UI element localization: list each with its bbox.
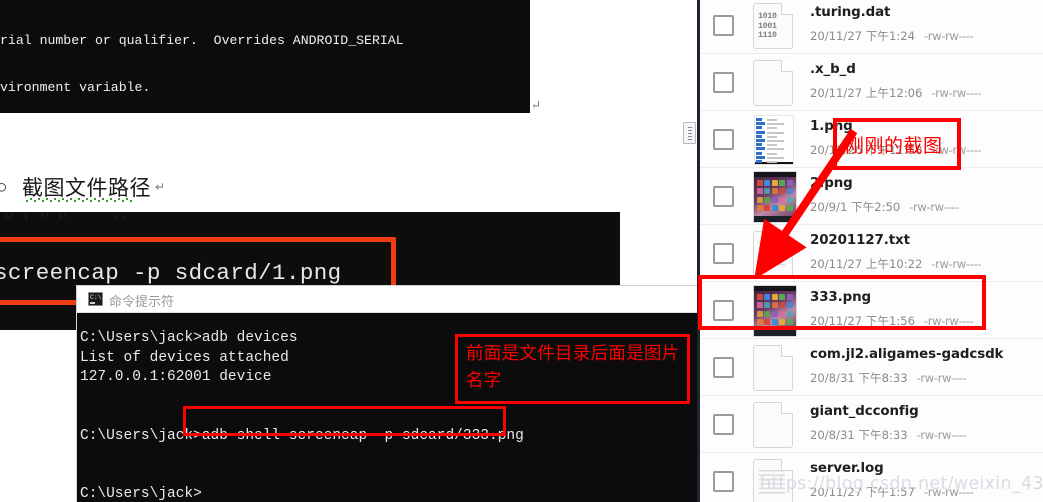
- file-meta: 20/11/27 下午1:24 -rw-rw----: [810, 28, 974, 44]
- file-date: 20/11/27 下午1:24: [810, 29, 915, 43]
- row-checkbox[interactable]: [713, 471, 734, 492]
- console-line: List of devices attached: [80, 349, 289, 366]
- file-permissions: -rw-rw----: [923, 29, 974, 43]
- window-title-bar[interactable]: 命令提示符: [77, 286, 697, 313]
- file-meta: 20/8/31 下午8:33 -rw-rw----: [810, 370, 967, 386]
- paragraph-mark-icon: ↵: [531, 98, 542, 112]
- help-line: vironment variable.: [0, 79, 151, 95]
- file-date: 20/8/31 下午8:33: [810, 371, 908, 385]
- paragraph-mark-icon: ↵: [155, 180, 166, 194]
- watermark: https://blog.csdn.net/weixin_43098806: [760, 474, 1043, 494]
- screencap-command-text: screencap -p sdcard/1.png: [0, 260, 342, 286]
- file-meta: 20/11/27 上午12:06 -rw-rw----: [810, 85, 981, 101]
- file-permissions: -rw-rw----: [916, 428, 967, 442]
- panel-resize-handle[interactable]: [683, 122, 696, 144]
- file-permissions: -rw-rw----: [909, 200, 959, 214]
- console-icon: [88, 292, 103, 306]
- file-date: 20/11/27 下午1:56: [810, 314, 915, 328]
- file-name: .x_b_d: [810, 62, 856, 77]
- list-item[interactable]: 333.png 20/11/27 下午1:56 -rw-rw----: [700, 282, 1043, 339]
- console-line: C:\Users\jack>adb devices: [80, 330, 298, 346]
- row-checkbox[interactable]: [713, 129, 734, 150]
- file-name: 333.png: [810, 290, 872, 305]
- console-line: 127.0.0.1:62001 device: [80, 369, 272, 385]
- file-date: 20/11/27 上午12:06: [810, 86, 923, 100]
- file-name: giant_dcconfig: [810, 404, 919, 419]
- console-line: C:\Users\jack>adb shell screencap -p sdc…: [80, 427, 524, 444]
- help-line: rial number or qualifier. Overrides ANDR…: [0, 33, 404, 49]
- console-output[interactable]: C:\Users\jack>adb devices List of device…: [77, 313, 697, 502]
- row-checkbox[interactable]: [713, 300, 734, 321]
- list-item[interactable]: 1010 1001 1110 .turing.dat 20/11/27 下午1:24…: [700, 0, 1043, 54]
- window-title: 命令提示符: [109, 295, 175, 310]
- document-icon: [750, 60, 796, 106]
- row-checkbox[interactable]: [713, 186, 734, 207]
- command-prompt-window[interactable]: 命令提示符 C:\Users\jack>adb devices List of …: [77, 286, 697, 502]
- file-meta: 20/8/31 下午8:33 -rw-rw----: [810, 427, 967, 443]
- image-thumbnail-home: [750, 285, 797, 337]
- document-area: rial number or qualifier. Overrides ANDR…: [0, 0, 697, 502]
- file-permissions: -rw-rw----: [931, 86, 981, 100]
- spellcheck-underline: [25, 198, 133, 202]
- row-checkbox[interactable]: [713, 243, 734, 264]
- bullet-icon: ○: [0, 177, 8, 198]
- annotation-arrow-icon: [754, 128, 858, 275]
- row-checkbox[interactable]: [713, 414, 734, 435]
- list-item[interactable]: giant_dcconfig 20/8/31 下午8:33 -rw-rw----: [700, 396, 1043, 453]
- file-list-panel[interactable]: 20/11/27 上午12:06 -rw-rw---- 101010011110 …: [697, 0, 1043, 502]
- binary-file-icon: 1010 1001 1110: [750, 3, 796, 49]
- console-faint-line: p y p p y,: [4, 212, 604, 220]
- document-icon: [750, 402, 796, 448]
- document-heading: ○ 截图文件路径 ↵: [0, 172, 480, 204]
- binary-icon-digits: 1010 1001 1110: [758, 12, 777, 41]
- file-name: .turing.dat: [810, 5, 891, 20]
- file-date: 20/8/31 下午8:33: [810, 428, 908, 442]
- file-permissions: -rw-rw----: [931, 257, 981, 271]
- file-permissions: -rw-rw----: [916, 371, 967, 385]
- document-icon: [750, 345, 796, 391]
- row-checkbox[interactable]: [713, 72, 734, 93]
- file-meta: 20/11/27 下午1:56 -rw-rw----: [810, 313, 974, 329]
- screenshot-root: rial number or qualifier. Overrides ANDR…: [0, 0, 1043, 502]
- list-item[interactable]: .x_b_d 20/11/27 上午12:06 -rw-rw----: [700, 54, 1043, 111]
- file-permissions: -rw-rw----: [923, 314, 974, 328]
- row-checkbox[interactable]: [713, 15, 734, 36]
- console-line: C:\Users\jack>: [80, 486, 202, 502]
- row-checkbox[interactable]: [713, 357, 734, 378]
- adb-help-output-console: rial number or qualifier. Overrides ANDR…: [0, 0, 530, 113]
- list-item[interactable]: com.jl2.aligames-gadcsdk 20/8/31 下午8:33-…: [700, 339, 1043, 396]
- file-name: com.jl2.aligames-gadcsdk: [810, 347, 1004, 362]
